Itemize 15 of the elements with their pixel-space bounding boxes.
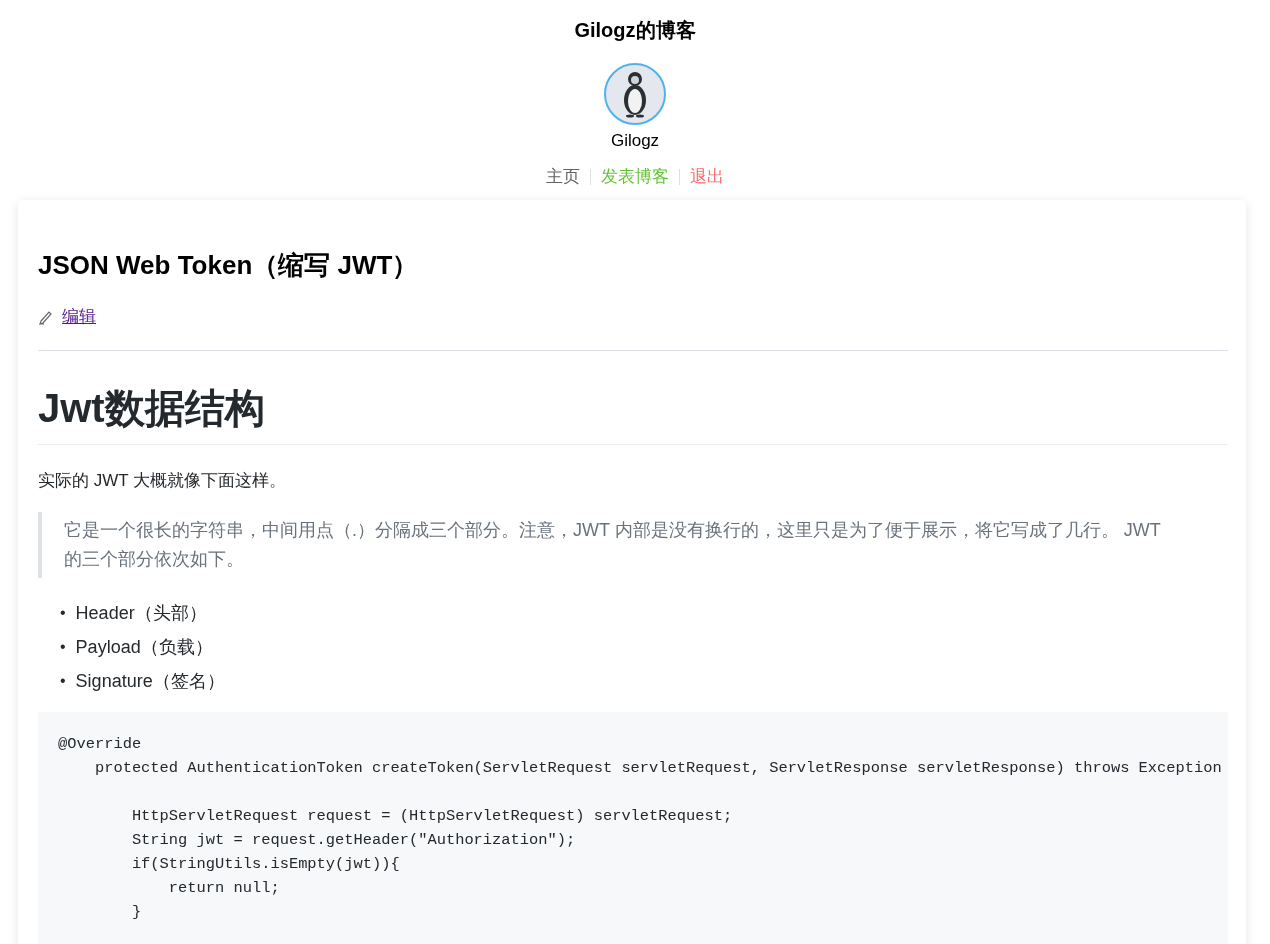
list-item: Header（头部） bbox=[75, 602, 207, 625]
paragraph: 实际的 JWT 大概就像下面这样。 bbox=[38, 470, 288, 492]
code-block: @Override protected AuthenticationToken createToken(ServletRequest servletRequest, ServletResponse servletResponse) throws Exception HttpServletRequest request = (HttpServletRequest) servletRequest; String jwt = request.getHeader("Authorization"); if(StringUtils.isEmpty(jwt)){ return null; } bbox=[38, 712, 1228, 944]
nav-link[interactable]: 主页 bbox=[536, 165, 590, 188]
section-heading: Jwt数据结构 bbox=[38, 381, 1228, 445]
blockquote: 它是一个很长的字符串，中间用点（.）分隔成三个部分。注意，JWT 内部是没有换行的，这里只是为了便于展示，将它写成了几行。 JWT 的三个部分依次如下。 bbox=[38, 512, 1228, 578]
post-title: JSON Web Token（缩写 JWT） bbox=[38, 249, 420, 282]
list-item: Payload（负载） bbox=[75, 636, 213, 659]
blog-title: Gilogz的博客 bbox=[574, 18, 696, 42]
bullet: • bbox=[60, 603, 66, 623]
list-item: Signature（签名） bbox=[75, 670, 225, 693]
user-name: Gilogz bbox=[610, 131, 660, 151]
bullet: • bbox=[60, 637, 66, 657]
bullet: • bbox=[60, 671, 66, 691]
edit-link[interactable]: 编辑 bbox=[62, 305, 96, 328]
